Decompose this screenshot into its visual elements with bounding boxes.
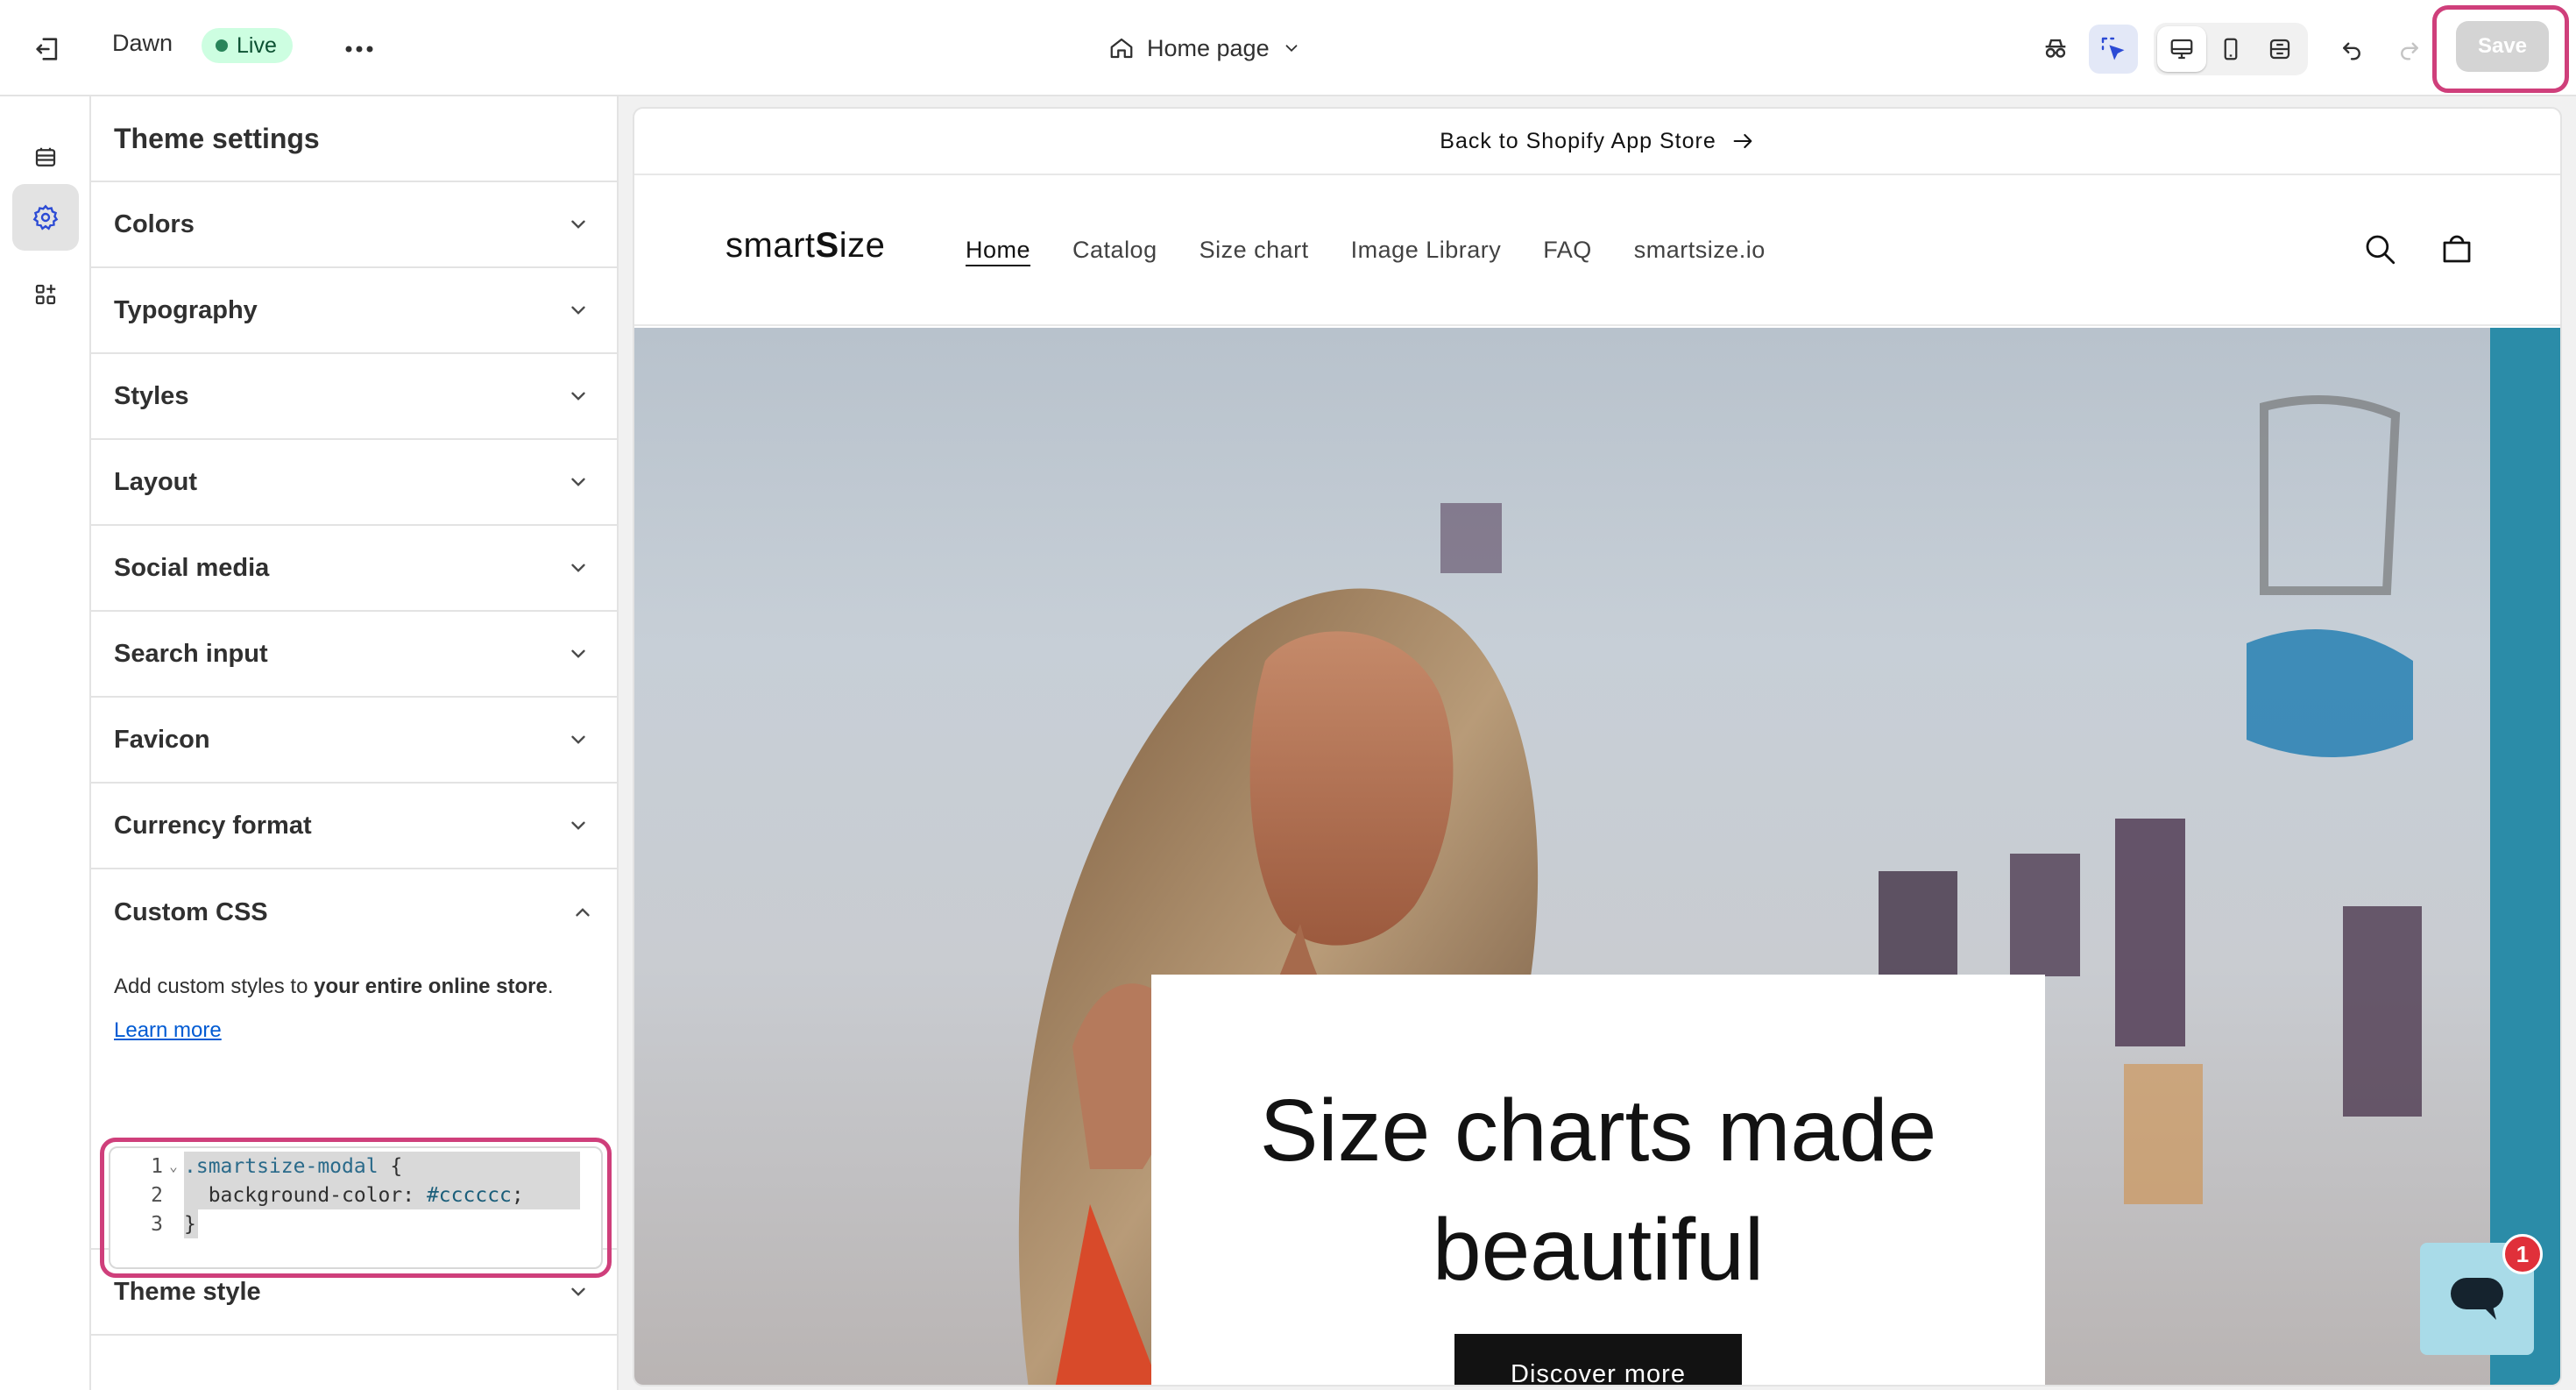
hero-text-card: Size charts made beautiful Discover more (1151, 975, 2045, 1385)
chevron-down-icon (563, 724, 594, 755)
editor-topbar: Dawn Live Home page Save (0, 0, 2576, 96)
accordion-label: Theme style (114, 1277, 261, 1306)
more-actions-icon[interactable] (336, 26, 382, 72)
toolbar-icons (2031, 23, 2434, 75)
settings-gear-icon[interactable] (12, 184, 79, 251)
sections-icon[interactable] (12, 124, 79, 191)
chevron-down-icon (563, 810, 594, 841)
live-badge: Live (202, 28, 293, 63)
nav-size-chart[interactable]: Size chart (1200, 237, 1309, 264)
custom-css-body: Add custom styles to your entire online … (91, 955, 617, 1278)
code-line: 3 } (110, 1209, 198, 1238)
desktop-view-icon[interactable] (2157, 26, 2206, 72)
chevron-down-icon (563, 552, 594, 584)
accordion-custom-css[interactable]: Custom CSS (91, 869, 617, 955)
discover-more-button[interactable]: Discover more (1454, 1334, 1742, 1385)
store-preview: Back to Shopify App Store smartSize Home… (633, 107, 2562, 1386)
chevron-down-icon (1285, 45, 1298, 53)
chat-notification-badge: 1 (2502, 1234, 2543, 1274)
accordion-colors[interactable]: Colors (91, 182, 617, 268)
home-icon (1110, 38, 1133, 59)
redo-icon[interactable] (2385, 25, 2434, 74)
apps-icon[interactable] (12, 261, 79, 328)
custom-css-section: Custom CSS Add custom styles to your ent… (91, 869, 617, 1278)
panel-title: Theme settings (91, 96, 617, 182)
learn-more-link[interactable]: Learn more (114, 1018, 222, 1043)
accordion-label: Layout (114, 467, 198, 496)
left-rail (0, 96, 91, 1390)
theme-name: Dawn (112, 30, 173, 56)
chevron-down-icon (563, 466, 594, 498)
accordion-label: Social media (114, 553, 270, 582)
chevron-down-icon (563, 294, 594, 326)
save-button[interactable]: Save (2456, 21, 2549, 72)
accordion-search-input[interactable]: Search input (91, 612, 617, 698)
accordion-label: Colors (114, 209, 195, 238)
accordion-label: Search input (114, 639, 268, 668)
mobile-view-icon[interactable] (2206, 26, 2255, 72)
accordion-label: Typography (114, 295, 258, 324)
announcement-text: Back to Shopify App Store (1440, 128, 1716, 153)
nav-image-library[interactable]: Image Library (1351, 237, 1502, 264)
custom-css-editor[interactable]: 1 ⌄ .smartsize-modal { 2 background-colo… (109, 1146, 603, 1269)
hero-heading: Size charts made beautiful (1259, 1082, 1937, 1299)
page-selector[interactable]: Home page (1100, 25, 1310, 72)
hero-banner: Size charts made beautiful Discover more (634, 328, 2560, 1385)
store-nav: Home Catalog Size chart Image Library FA… (966, 237, 1766, 264)
store-logo[interactable]: smartSize (725, 226, 885, 266)
theme-settings-panel: Theme settings Colors Typography Styles … (91, 96, 619, 1390)
exit-icon[interactable] (25, 26, 70, 72)
inspector-cursor-icon[interactable] (2089, 25, 2138, 74)
fullscreen-view-icon[interactable] (2255, 26, 2304, 72)
nav-catalog[interactable]: Catalog (1072, 237, 1157, 264)
chevron-down-icon (563, 209, 594, 240)
incognito-preview-icon[interactable] (2031, 25, 2080, 74)
arrow-right-icon (1733, 133, 1752, 149)
chevron-down-icon (563, 1276, 594, 1308)
search-icon[interactable] (2357, 226, 2403, 272)
chevron-down-icon (563, 638, 594, 670)
nav-faq[interactable]: FAQ (1543, 237, 1592, 264)
accordion-styles[interactable]: Styles (91, 354, 617, 440)
accordion-favicon[interactable]: Favicon (91, 698, 617, 784)
accordion-typography[interactable]: Typography (91, 268, 617, 354)
viewport-toggle (2154, 23, 2308, 75)
store-header: smartSize Home Catalog Size chart Image … (634, 175, 2560, 326)
accordion-label: Styles (114, 381, 189, 410)
code-line: 2 background-color: #cccccc; (110, 1181, 580, 1209)
accordion-currency-format[interactable]: Currency format (91, 784, 617, 869)
accordion-label: Favicon (114, 725, 210, 754)
custom-css-description: Add custom styles to your entire online … (114, 975, 554, 998)
nav-smartsize-io[interactable]: smartsize.io (1634, 237, 1766, 264)
fold-chevron-icon[interactable]: ⌄ (163, 1158, 184, 1174)
nav-home[interactable]: Home (966, 237, 1030, 264)
undo-icon[interactable] (2327, 25, 2376, 74)
chevron-down-icon (563, 380, 594, 412)
cart-icon[interactable] (2434, 226, 2480, 272)
accordion-layout[interactable]: Layout (91, 440, 617, 526)
announcement-bar[interactable]: Back to Shopify App Store (634, 109, 2560, 175)
chat-bubble-icon (2451, 1278, 2503, 1320)
code-line: 1 ⌄ .smartsize-modal { (110, 1152, 580, 1181)
chevron-up-icon (571, 901, 594, 924)
accordion-label: Custom CSS (114, 897, 268, 926)
live-dot-icon (216, 39, 228, 52)
live-badge-label: Live (237, 32, 277, 58)
accordion-label: Currency format (114, 811, 312, 840)
accordion-social-media[interactable]: Social media (91, 526, 617, 612)
page-selector-label: Home page (1147, 34, 1270, 61)
